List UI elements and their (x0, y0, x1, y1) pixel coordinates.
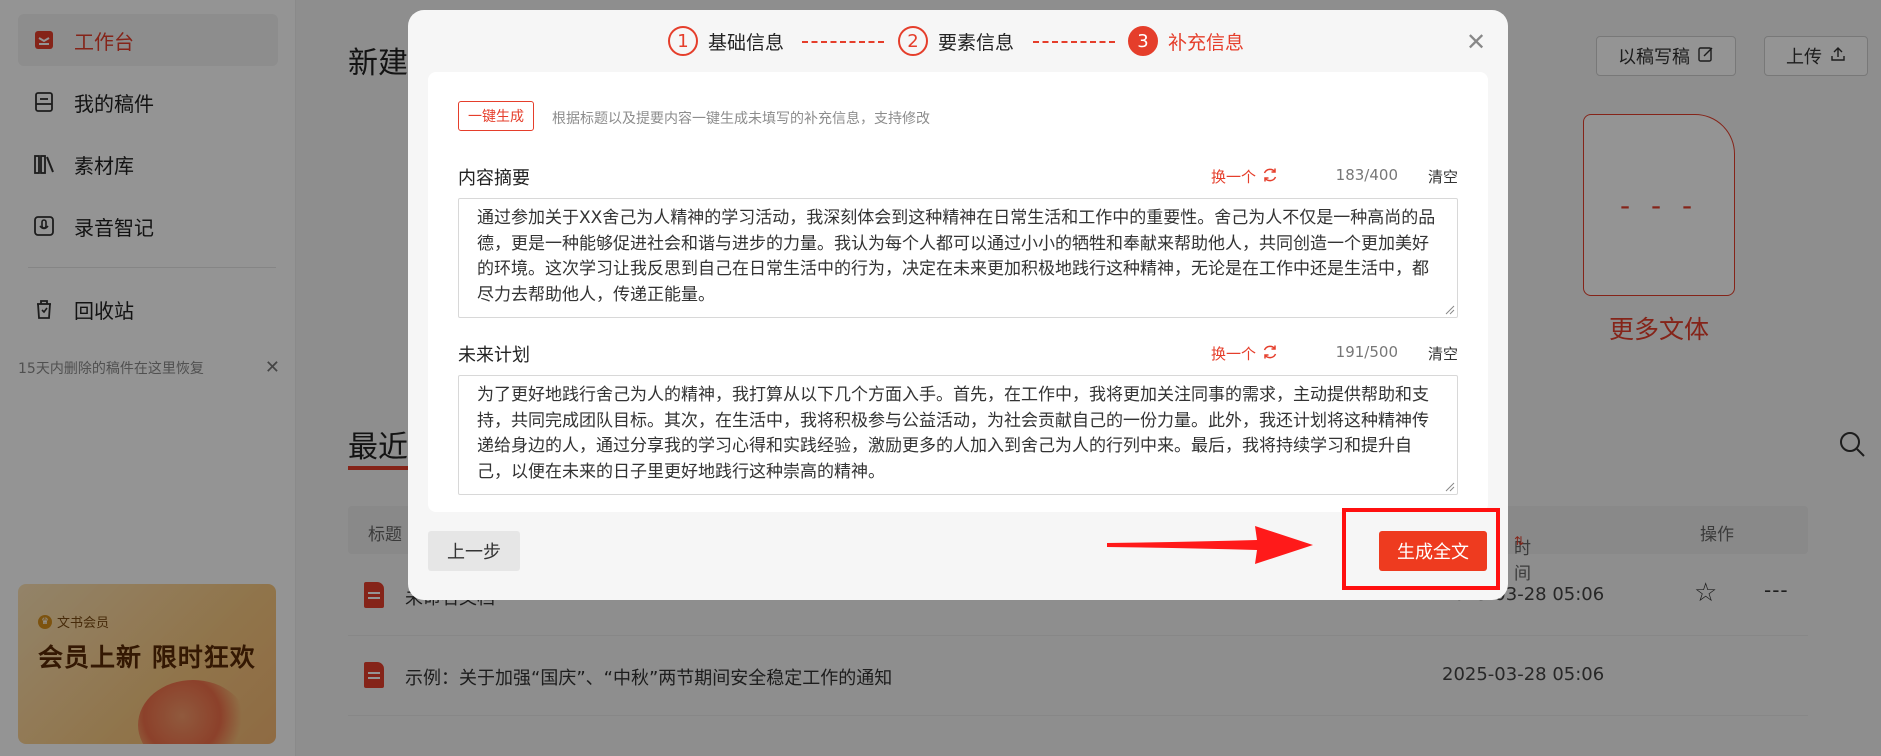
future-plan-char-count: 191/500 (1335, 343, 1398, 361)
step-label: 要素信息 (938, 31, 1015, 54)
step-label: 补充信息 (1168, 31, 1245, 54)
summary-char-count: 183/400 (1335, 166, 1398, 184)
summary-clear-button[interactable]: 清空 (1428, 166, 1458, 187)
step-connector (1033, 41, 1115, 43)
future-plan-swap-button[interactable]: 换一个 (1211, 343, 1278, 364)
swap-label: 换一个 (1210, 168, 1256, 186)
close-icon[interactable]: ✕ (1466, 28, 1486, 56)
swap-label: 换一个 (1210, 345, 1256, 363)
annotation-arrow-icon (1107, 526, 1313, 564)
resize-handle-icon[interactable] (1445, 305, 1455, 315)
step-elements-info[interactable]: 2 要素信息 (898, 26, 1014, 56)
generate-full-text-button[interactable]: 生成全文 (1379, 531, 1487, 571)
resize-handle-icon[interactable] (1445, 482, 1455, 492)
step-label: 基础信息 (708, 31, 785, 54)
future-plan-label: 未来计划 (458, 345, 530, 366)
step-number: 2 (898, 26, 928, 56)
future-plan-clear-button[interactable]: 清空 (1428, 343, 1458, 364)
step-number: 3 (1128, 26, 1158, 56)
supplement-panel: 一键生成 根据标题以及提要内容一键生成未填写的补充信息，支持修改 内容摘要 换一… (428, 72, 1488, 512)
refresh-icon (1262, 167, 1278, 187)
refresh-icon (1262, 344, 1278, 364)
summary-label: 内容摘要 (458, 168, 530, 189)
step-basic-info[interactable]: 1 基础信息 (668, 26, 784, 56)
step-number: 1 (668, 26, 698, 56)
future-plan-textarea[interactable]: 为了更好地践行舍己为人的精神，我打算从以下几个方面入手。首先，在工作中，我将更加… (458, 375, 1458, 495)
step-connector (802, 41, 884, 43)
one-click-generate-button[interactable]: 一键生成 (458, 101, 534, 131)
step-indicator: 1 基础信息 2 要素信息 3 补充信息 (408, 10, 1508, 72)
summary-textarea[interactable]: 通过参加关于XX舍己为人精神的学习活动，我深刻体会到这种精神在日常生活和工作中的… (458, 198, 1458, 318)
one-click-hint: 根据标题以及提要内容一键生成未填写的补充信息，支持修改 (552, 111, 930, 127)
step-supplement-info[interactable]: 3 补充信息 (1128, 26, 1244, 56)
summary-swap-button[interactable]: 换一个 (1211, 166, 1278, 187)
previous-step-button[interactable]: 上一步 (428, 531, 520, 571)
